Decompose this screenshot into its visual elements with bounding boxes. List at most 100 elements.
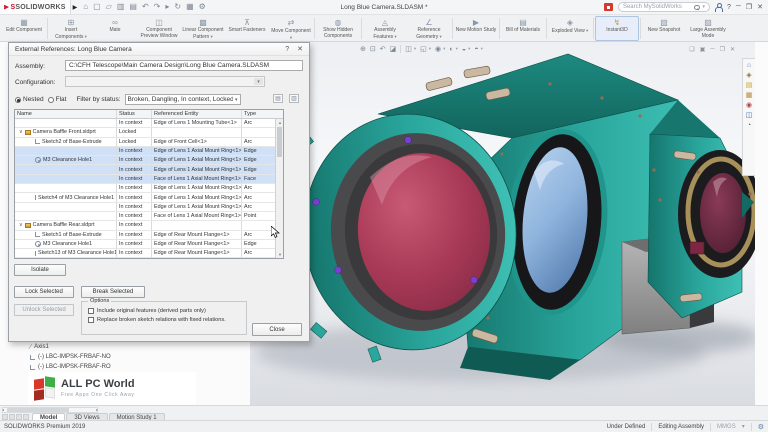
ribbon-button-assembly-features[interactable]: ◬ Assembly Features ▾ xyxy=(363,16,407,41)
dropdown-arrow-icon[interactable]: ▾ xyxy=(443,46,445,52)
ribbon-button-instant3d[interactable]: ↯ Instant3D xyxy=(595,16,639,41)
table-row[interactable]: Sketch4 of M3 Clearance Hole1 In context E… xyxy=(15,193,283,203)
dropdown-arrow-icon[interactable]: ▾ xyxy=(290,35,292,40)
doc-tile-button[interactable]: ▣ xyxy=(700,46,706,53)
expander-icon[interactable]: ∨ xyxy=(19,129,23,135)
lock-selected-button[interactable]: Lock Selected xyxy=(14,286,74,298)
replace-broken-relations-checkbox[interactable] xyxy=(88,317,94,323)
section-view-icon[interactable]: ◪ xyxy=(390,45,397,53)
zoom-to-fit-icon[interactable]: ⊕ xyxy=(360,45,366,53)
isolate-button[interactable]: Isolate xyxy=(14,264,66,276)
close-button[interactable]: Close xyxy=(252,323,302,336)
flat-radio-icon[interactable] xyxy=(47,97,54,103)
filter-by-status-combo[interactable]: Broken, Dangling, In context, Locked... … xyxy=(124,94,241,105)
graphics-viewport[interactable]: ⊕ ⊡ ↶ ◪ ◫ ▾ ◱ ▾ ◉ ▾ ◐ ▾ ◒ ▾ ◓ ▾ ❏ ▣ ─ ❐ ✕ ⌂ ◈ ▤ ▦ ◉ ◫ ◔ xyxy=(250,42,762,405)
ribbon-button-move-component[interactable]: ⇄ Move Component ▾ xyxy=(269,16,313,41)
nested-radio-icon[interactable] xyxy=(15,97,21,103)
print-icon[interactable]: ▤ xyxy=(129,3,137,11)
dropdown-arrow-icon[interactable]: ▾ xyxy=(209,34,213,39)
column-header-type[interactable]: Type xyxy=(242,110,283,118)
ribbon-button-mate[interactable]: ∞ Mate xyxy=(93,16,137,41)
search-dropdown-icon[interactable]: ▾ xyxy=(702,4,705,10)
unlock-selected-button[interactable]: Unlock Selected xyxy=(14,304,74,316)
restore-button[interactable]: ❐ xyxy=(746,3,752,11)
scroll-right-icon[interactable]: ▸ xyxy=(96,407,98,412)
doc-restore-button[interactable]: ❐ xyxy=(720,46,725,53)
tree-item[interactable]: (-) LBC-IMPSK-FRBAF-NO xyxy=(30,352,111,362)
ribbon-button-reference-geometry[interactable]: ∠ Reference Geometry ▾ xyxy=(407,16,451,41)
ribbon-button-insert-components[interactable]: ⊞ Insert Components ▾ xyxy=(49,16,93,41)
previous-view-icon[interactable]: ↶ xyxy=(380,45,386,53)
ribbon-button-component-preview-window[interactable]: ◫ Component Preview Window xyxy=(137,16,181,41)
tree-item[interactable]: ⁄ Axis1 xyxy=(30,342,111,352)
hide-show-items-icon[interactable]: ◉ xyxy=(435,45,441,53)
apply-scene-icon[interactable]: ◒ xyxy=(462,46,466,53)
table-row[interactable]: Sketch2 of Base-Extrude Locked Edge of Fro… xyxy=(15,137,283,147)
table-row[interactable]: In context Edge of Lens 1 Axial Mount Rin… xyxy=(15,202,283,212)
table-row[interactable]: In context Edge of Lens 1 Mounting Tube<1… xyxy=(15,119,283,129)
dialog-help-button[interactable]: ? xyxy=(285,46,289,53)
login-icon[interactable] xyxy=(715,3,724,12)
save-icon[interactable]: ▥ xyxy=(117,3,125,11)
redo-icon[interactable]: ↷ xyxy=(154,3,161,11)
scrollbar-thumb[interactable] xyxy=(277,127,282,157)
dialog-close-icon[interactable]: ✕ xyxy=(297,45,303,53)
table-row[interactable]: ∨ Camera Baffle Rear.sldprt In context xyxy=(15,221,283,231)
expand-refs-icon[interactable]: ▥ xyxy=(289,94,299,103)
zoom-to-area-icon[interactable]: ⊡ xyxy=(370,45,376,53)
dropdown-arrow-icon[interactable]: ▾ xyxy=(414,46,416,52)
table-row[interactable]: In context Edge of Lens 1 Axial Mount Rin… xyxy=(15,165,283,175)
dropdown-arrow-icon[interactable]: ▾ xyxy=(585,28,588,33)
appearances-scenes-tab[interactable]: ◉ xyxy=(746,102,752,109)
view-settings-icon[interactable]: ◓ xyxy=(474,46,478,53)
options-icon[interactable]: ⚙ xyxy=(199,3,206,11)
new-file-icon[interactable]: ▢ xyxy=(93,3,101,11)
hscroll-thumb[interactable] xyxy=(7,408,69,412)
design-library-tab[interactable]: ◈ xyxy=(746,72,751,79)
tree-item[interactable]: (-) LBC-IMPSK-FRBAF-RO xyxy=(30,362,111,372)
table-row[interactable]: In context Edge of Lens 1 Axial Mount Rin… xyxy=(15,184,283,194)
minimize-button[interactable]: ─ xyxy=(736,3,741,11)
status-options-gear-icon[interactable]: ⚙ xyxy=(758,423,764,431)
ribbon-button-new-motion-study[interactable]: ▶ New Motion Study xyxy=(454,16,498,41)
ribbon-button-new-snapshot[interactable]: ▧ New Snapshot xyxy=(642,16,686,41)
file-properties-icon[interactable]: ▦ xyxy=(186,3,194,11)
ribbon-button-linear-component-pattern[interactable]: ▩ Linear Component Pattern ▾ xyxy=(181,16,225,41)
dropdown-arrow-icon[interactable]: ▾ xyxy=(83,34,87,39)
include-original-features-checkbox[interactable] xyxy=(88,308,94,314)
menu-flyout-arrow[interactable]: ▶ xyxy=(73,4,78,11)
dropdown-arrow-icon[interactable]: ▾ xyxy=(481,46,483,52)
doc-minimize-button[interactable]: ─ xyxy=(710,46,714,53)
scroll-up-icon[interactable]: ▲ xyxy=(276,119,284,126)
view-orientation-icon[interactable]: ◱ xyxy=(420,45,427,53)
ribbon-button-smart-fasteners[interactable]: ⊼ Smart Fasteners xyxy=(225,16,269,41)
include-original-features-option[interactable]: Include original features (derived parts… xyxy=(88,308,246,314)
dropdown-arrow-icon[interactable]: ▾ xyxy=(393,34,396,39)
column-header-name[interactable]: Name xyxy=(15,110,117,118)
scroll-left-icon[interactable]: ◂ xyxy=(2,407,4,412)
ribbon-button-bill-of-materials[interactable]: ▤ Bill of Materials xyxy=(501,16,545,41)
camera-assembly-3d-model[interactable] xyxy=(250,42,762,405)
dropdown-arrow-icon[interactable]: ▾ xyxy=(456,46,458,52)
column-header-status[interactable]: Status xyxy=(117,110,152,118)
custom-properties-tab[interactable]: ◫ xyxy=(746,112,753,119)
doc-cascade-button[interactable]: ❏ xyxy=(689,46,694,53)
view-palette-tab[interactable]: ▦ xyxy=(746,92,753,99)
expander-icon[interactable]: ∨ xyxy=(19,222,23,228)
assembly-path-field[interactable]: C:\CFH Telescope\Main Camera Design\Long… xyxy=(65,60,303,71)
edit-appearance-icon[interactable]: ◐ xyxy=(449,46,453,53)
home-icon[interactable]: ⌂ xyxy=(83,3,88,11)
select-icon[interactable]: ▸ xyxy=(165,3,169,11)
list-external-refs-icon[interactable]: ▤ xyxy=(273,94,283,103)
help-button[interactable]: ? xyxy=(727,4,731,11)
close-button[interactable]: ✕ xyxy=(757,3,763,11)
ribbon-button-exploded-view[interactable]: ◈ Exploded View ▾ xyxy=(548,16,592,41)
dropdown-arrow-icon[interactable]: ▾ xyxy=(468,46,470,52)
ribbon-button-show-hidden-components[interactable]: ◍ Show Hidden Components xyxy=(316,16,360,41)
search-icon[interactable] xyxy=(694,4,700,10)
rebuild-icon[interactable]: ↻ xyxy=(174,3,181,11)
table-row[interactable]: ∨ Camera Baffle Front.sldprt Locked xyxy=(15,128,283,138)
undo-icon[interactable]: ↶ xyxy=(142,3,149,11)
table-row[interactable]: M3 Clearance Hole1 In context Edge of Lens… xyxy=(15,156,283,166)
flat-radio[interactable]: Flat xyxy=(47,96,66,103)
